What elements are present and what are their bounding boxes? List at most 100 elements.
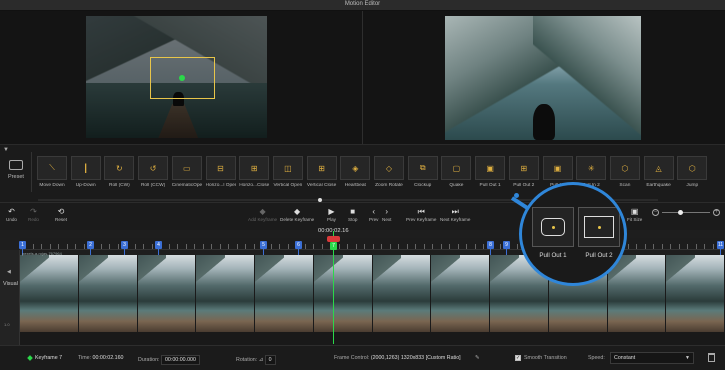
preset-tile[interactable]: ┃ Up-Down (70, 156, 101, 188)
ruler-tick (466, 244, 467, 249)
keyframe-marker[interactable]: 9 (503, 241, 510, 249)
preset-tile[interactable]: ⟍ Move Down (37, 156, 67, 188)
ruler-tick (347, 244, 348, 249)
ruler-tick (636, 244, 637, 249)
preset-tile[interactable]: ⊞ Horizo...Close (239, 156, 270, 188)
keyframe-marker[interactable]: 1 (19, 241, 26, 249)
ruler-tick (177, 244, 178, 249)
next-keyframe-button[interactable]: ⏭ Next Keyframe (440, 207, 470, 222)
preset-tile[interactable]: ▢ Quake (441, 156, 472, 188)
current-keyframe-marker[interactable]: 7 (330, 242, 337, 250)
preset-tile[interactable]: ◇ Zoom Rotate (374, 156, 404, 188)
preset-thumb-icon: ⧉ (407, 156, 438, 180)
expand-icon[interactable]: ◀ (7, 269, 11, 275)
ruler-tick (423, 244, 425, 249)
ruler-tick (134, 244, 136, 249)
zoom-slider-knob[interactable] (678, 210, 683, 215)
trash-icon[interactable] (708, 353, 715, 362)
preset-tile-label: Horizo...Close (239, 183, 270, 188)
chevron-down-icon: ▼ (685, 355, 690, 361)
preset-tile[interactable]: ⊞ Vertical Close (306, 156, 337, 188)
preset-tile[interactable]: ⊞ Pull Out 2 (508, 156, 539, 188)
zoom-in-icon[interactable]: + (713, 209, 720, 216)
zoom-out-icon[interactable]: − (652, 209, 659, 216)
next-button[interactable]: › Next (382, 207, 391, 222)
clip-frame-thumbnail (666, 255, 725, 332)
ruler-tick (236, 244, 238, 249)
ruler-tick (398, 244, 399, 249)
preset-tile[interactable]: ↺ Roll (CCW) (138, 156, 169, 188)
preset-tile-label: Pull Out 2 (513, 183, 535, 188)
keyframe-marker[interactable]: 2 (87, 241, 94, 249)
preset-tile[interactable]: ⧉ Clockup (407, 156, 438, 188)
zoom-slider[interactable] (662, 212, 710, 213)
crop-center-handle[interactable] (179, 75, 185, 81)
preset-tile-label: Clockup (414, 183, 432, 188)
undo-button[interactable]: ↶ Undo (6, 207, 17, 222)
preset-tile[interactable]: ◫ Vertical Open (272, 156, 303, 188)
keyframe-marker[interactable]: 6 (295, 241, 302, 249)
clip-frame-thumbnail (20, 255, 79, 332)
clip-frame-thumbnail (78, 255, 138, 332)
preset-button[interactable]: Preset (4, 160, 28, 188)
ruler-tick (355, 244, 357, 249)
ruler-tick (304, 244, 306, 249)
preset-thumb-icon: ⊞ (508, 156, 539, 180)
pull-out-1-tile-zoomed: Pull Out 1 (532, 207, 574, 259)
preset-label: Preset (8, 174, 24, 180)
ruler-tick (712, 244, 714, 249)
prev-button[interactable]: ‹ Prev (369, 207, 378, 222)
preset-thumb-icon: ◬ (643, 156, 674, 180)
reset-button[interactable]: ⟲ Reset (55, 207, 67, 222)
preset-tile[interactable]: ⬡ Jump (677, 156, 708, 188)
add-keyframe-button[interactable]: ◆ Add Keyframe (248, 207, 277, 222)
preset-thumb-icon: ⬡ (677, 156, 708, 180)
preset-tile[interactable]: ◬ Earthquake (643, 156, 674, 188)
ruler-tick (75, 244, 76, 249)
preset-tile[interactable]: ▭ CinematicOpen (171, 156, 202, 188)
keyframe-marker[interactable]: 3 (121, 241, 128, 249)
ruler-tick (381, 244, 382, 249)
clip-frame-thumbnail (137, 255, 197, 332)
undo-icon: ↶ (8, 207, 15, 216)
keyframe-marker[interactable]: 4 (155, 241, 162, 249)
fit-size-button[interactable]: ▣ Fit Size (627, 207, 642, 222)
redo-icon: ↷ (30, 207, 37, 216)
speed-label: Speed: (588, 355, 605, 361)
play-button[interactable]: ▶ Play (327, 207, 336, 222)
preset-tile[interactable]: ↻ Roll (CW) (104, 156, 135, 188)
ruler-tick (364, 244, 365, 249)
stop-button[interactable]: ■ Stop (348, 207, 357, 222)
preset-tile-label: Roll (CCW) (140, 183, 166, 188)
video-clip-strip[interactable] (20, 255, 725, 332)
speed-select[interactable]: Constant ▼ (610, 352, 694, 364)
smooth-transition-checkbox[interactable]: ✓ (515, 355, 521, 361)
delete-keyframe-button[interactable]: ◆ Delete Keyframe (280, 207, 314, 222)
preset-thumb-icon: ↻ (104, 156, 135, 180)
keyframe-marker[interactable]: 11 (717, 241, 724, 249)
preset-thumb-icon: ▣ (542, 156, 573, 180)
preset-tile[interactable]: ⬡ Scan (609, 156, 640, 188)
rotation-field[interactable]: Rotation: ⊿ 0 (236, 355, 276, 365)
keyframe-marker[interactable]: 8 (487, 241, 494, 249)
preset-tile[interactable]: ▣ Pull Out 1 (475, 156, 506, 188)
preset-tile[interactable]: ⊟ Horizo...l Open (205, 156, 236, 188)
redo-button[interactable]: ↷ Redo (28, 207, 39, 222)
ruler-tick (449, 244, 450, 249)
fit-size-icon: ▣ (630, 207, 639, 216)
track-footer (20, 332, 725, 345)
ruler-tick (66, 244, 68, 249)
window-title: Motion Editor (344, 1, 381, 7)
keyframe-label: Keyframe 7 (35, 355, 63, 361)
frame-edit-icon[interactable]: ✎ (475, 355, 479, 361)
prev-keyframe-button[interactable]: ⏮ Prev Keyframe (406, 207, 436, 222)
frame-control-field: Frame Control: (2000,1263) 1320x833 [Cus… (334, 355, 461, 361)
ruler-tick (279, 244, 280, 249)
duration-field[interactable]: Duration: 00:00:00.000 (138, 355, 200, 365)
clip-frame-thumbnail (196, 255, 255, 332)
collapse-icon[interactable]: ▼ (3, 147, 9, 153)
preset-tile[interactable]: ◈ Heartbeat (340, 156, 371, 188)
ruler-tick (32, 244, 34, 249)
preset-thumb-icon: ⊞ (239, 156, 270, 180)
keyframe-marker[interactable]: 5 (260, 241, 267, 249)
